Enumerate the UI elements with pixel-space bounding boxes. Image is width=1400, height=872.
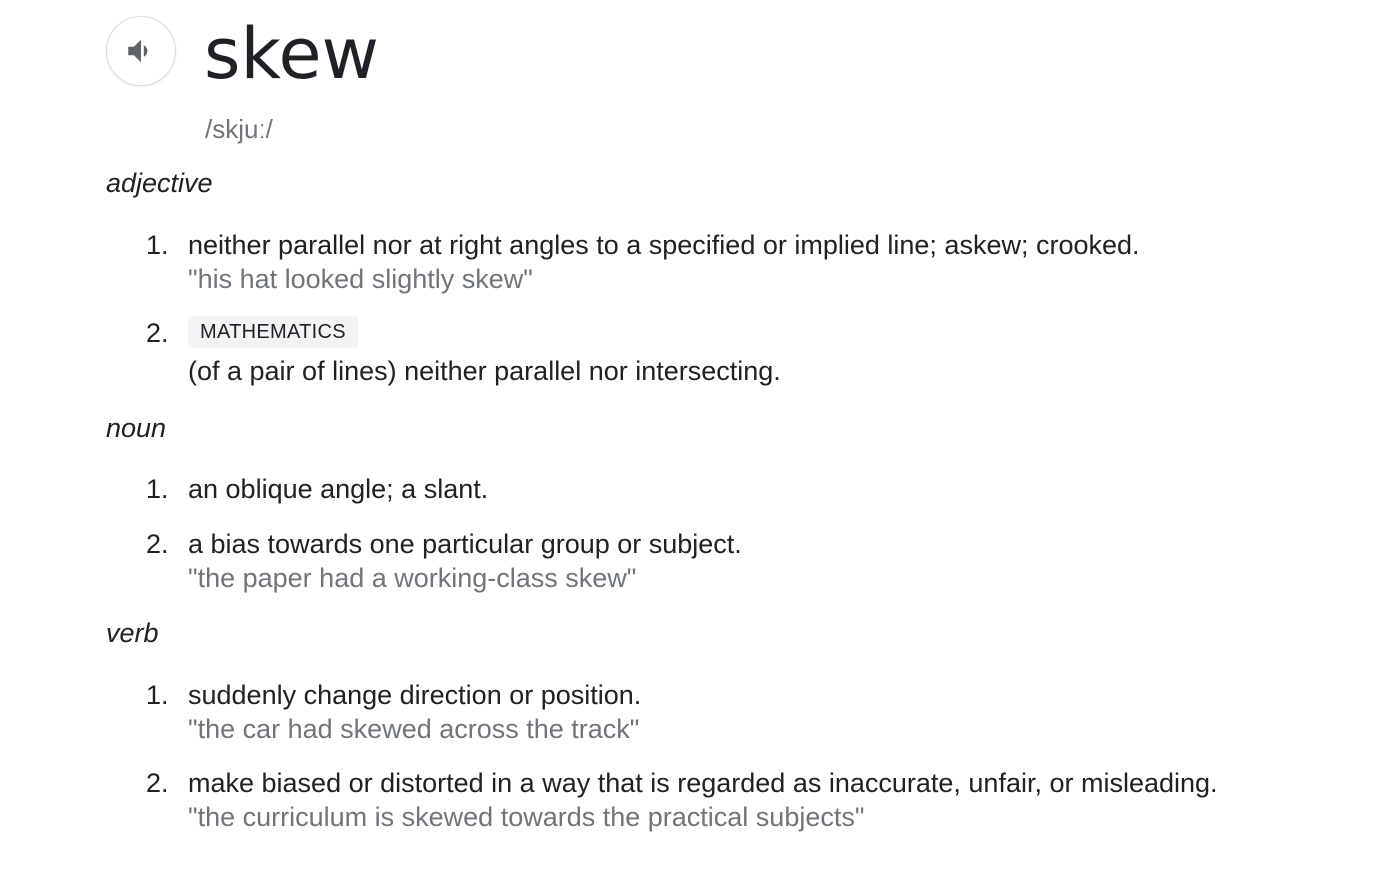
sense-number: 1. bbox=[146, 680, 169, 710]
definition-text: an oblique angle; a slant. bbox=[188, 474, 489, 504]
pronunciation-audio-button[interactable] bbox=[106, 16, 176, 86]
part-of-speech-noun: noun bbox=[106, 413, 167, 443]
subject-domain-badge: MATHEMATICS bbox=[188, 316, 358, 348]
sense-number: 1. bbox=[146, 474, 169, 504]
example-sentence: "the paper had a working-class skew" bbox=[188, 563, 637, 593]
speaker-icon bbox=[128, 39, 148, 63]
part-of-speech-adjective: adjective bbox=[106, 168, 213, 198]
example-sentence: "the curriculum is skewed towards the pr… bbox=[188, 802, 865, 832]
sense-number: 2. bbox=[146, 768, 169, 798]
definition-text: (of a pair of lines) neither parallel no… bbox=[188, 356, 781, 386]
definition-text: suddenly change direction or position. bbox=[188, 680, 642, 710]
definition-text: make biased or distorted in a way that i… bbox=[188, 768, 1218, 798]
definition-text: a bias towards one particular group or s… bbox=[188, 529, 742, 559]
headword: skew bbox=[204, 13, 379, 95]
part-of-speech-verb: verb bbox=[106, 618, 159, 648]
sense-number: 2. bbox=[146, 318, 169, 348]
definition-text: neither parallel nor at right angles to … bbox=[188, 230, 1140, 260]
example-sentence: "his hat looked slightly skew" bbox=[188, 264, 533, 294]
phonetic-transcription: /skjuː/ bbox=[205, 114, 273, 144]
sense-number: 2. bbox=[146, 529, 169, 559]
dictionary-header bbox=[106, 16, 176, 86]
sense-number: 1. bbox=[146, 230, 169, 260]
example-sentence: "the car had skewed across the track" bbox=[188, 714, 640, 744]
